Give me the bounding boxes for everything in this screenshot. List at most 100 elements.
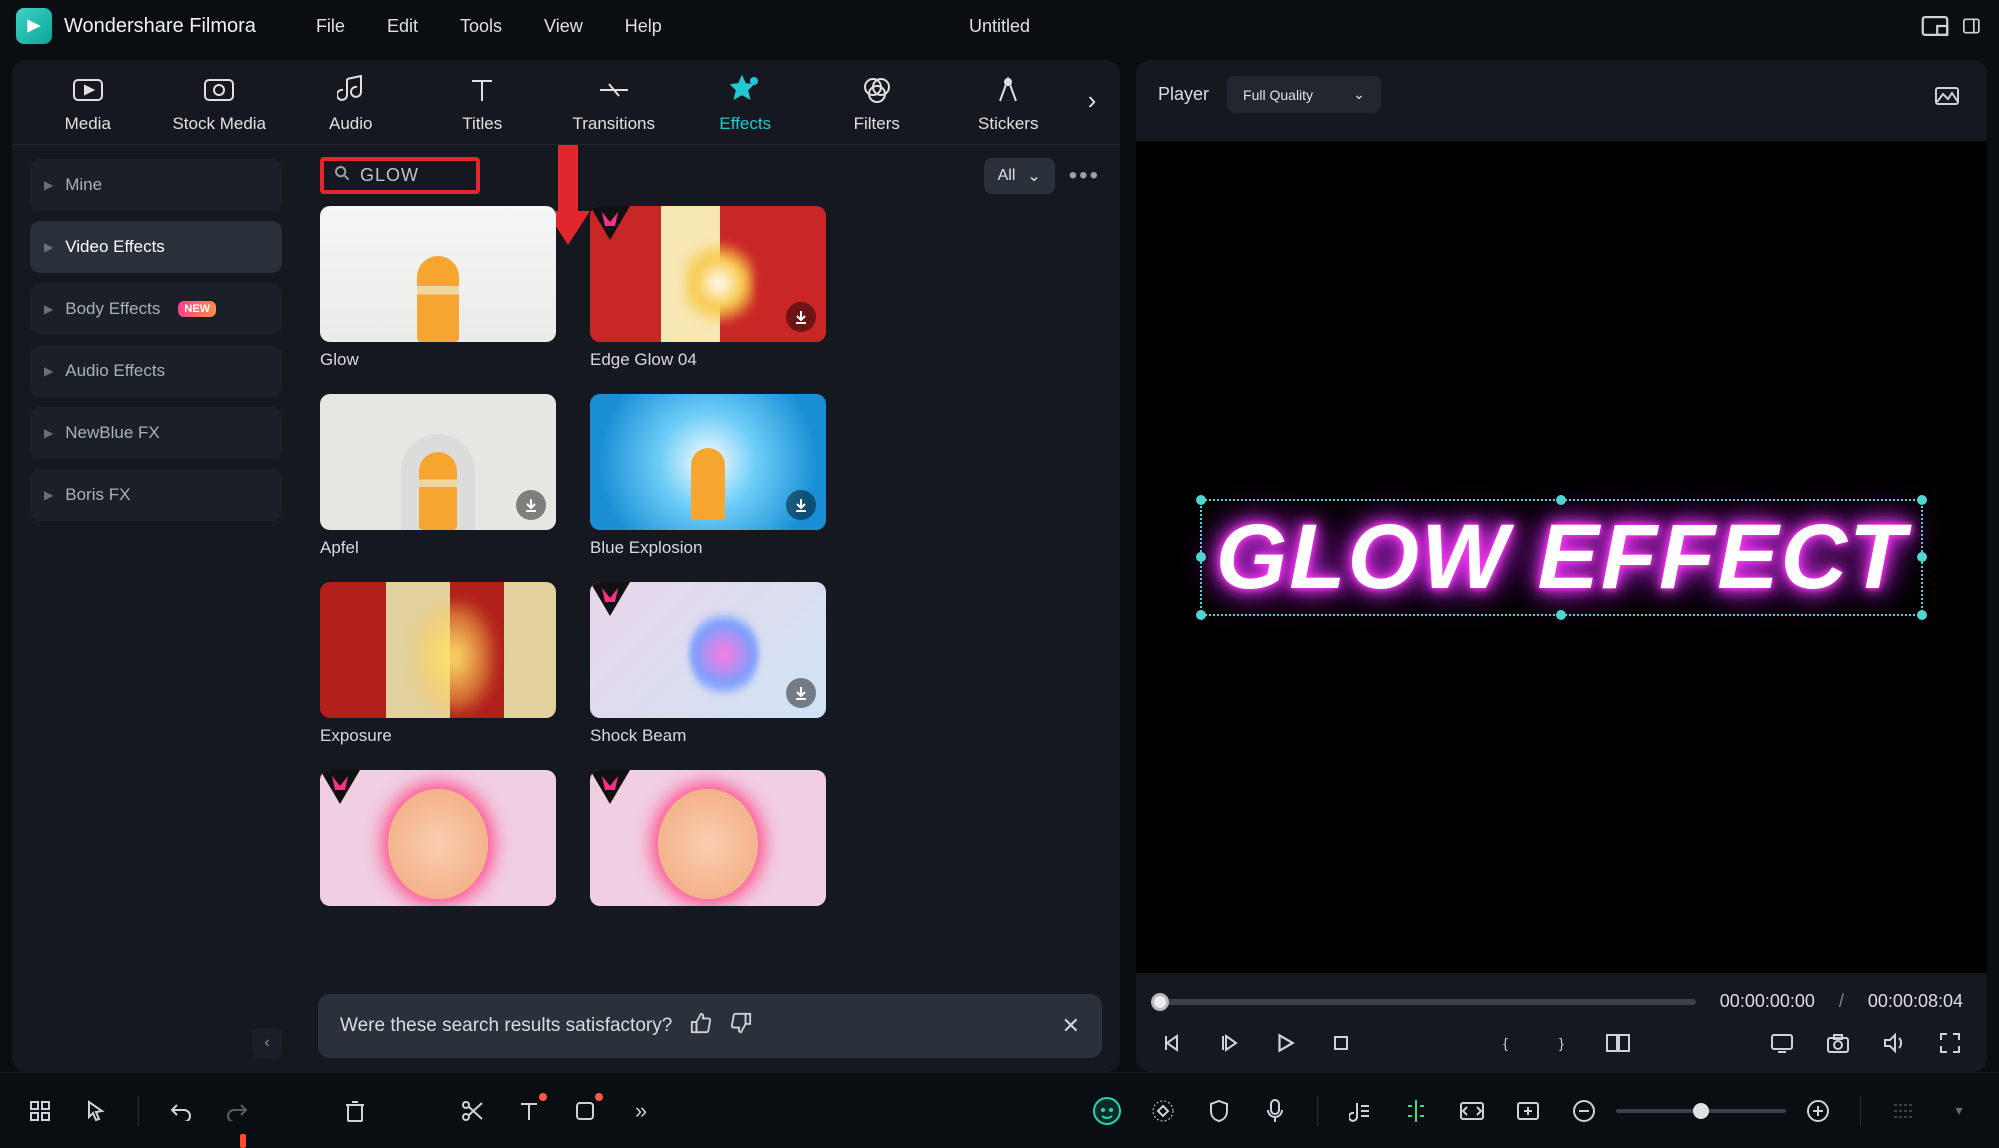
quality-dropdown[interactable]: Full Quality ⌄	[1227, 76, 1381, 113]
mic-button[interactable]	[1261, 1097, 1289, 1125]
sidebar-item-newblue-fx[interactable]: ▶ NewBlue FX	[30, 407, 282, 459]
sidebar-item-boris-fx[interactable]: ▶ Boris FX	[30, 469, 282, 521]
menu-edit[interactable]: Edit	[387, 16, 418, 37]
tab-titles[interactable]: Titles	[417, 74, 549, 134]
resize-handle[interactable]	[1917, 610, 1927, 620]
fullscreen-button[interactable]	[1937, 1030, 1963, 1056]
mark-out-button[interactable]: }	[1549, 1030, 1575, 1056]
menu-view[interactable]: View	[544, 16, 583, 37]
effects-scroll[interactable]: GlowEdge Glow 04ApfelBlue ExplosionExpos…	[300, 206, 1120, 1072]
sidebar-item-mine[interactable]: ▶ Mine	[30, 159, 282, 211]
download-button[interactable]	[786, 490, 816, 520]
sidebar-item-video-effects[interactable]: ▶ Video Effects	[30, 221, 282, 273]
mark-in-button[interactable]: {	[1493, 1030, 1519, 1056]
menu-file[interactable]: File	[316, 16, 345, 37]
effect-thumbnail[interactable]	[320, 206, 556, 342]
scrubber-thumb[interactable]	[1151, 993, 1169, 1011]
zoom-in-button[interactable]	[1804, 1097, 1832, 1125]
time-current: 00:00:00:00	[1720, 991, 1815, 1012]
effect-card[interactable]: Blue Explosion	[590, 394, 826, 558]
zoom-slider[interactable]	[1616, 1109, 1786, 1113]
sidebar-item-audio-effects[interactable]: ▶ Audio Effects	[30, 345, 282, 397]
panel-sidebar-icon[interactable]	[1963, 16, 1983, 36]
tab-media[interactable]: Media	[22, 74, 154, 134]
selection-box[interactable]: GLOW EFFECT	[1200, 499, 1923, 616]
effect-card[interactable]	[320, 770, 556, 906]
sidebar-item-body-effects[interactable]: ▶ Body Effects NEW	[30, 283, 282, 335]
resize-handle[interactable]	[1196, 552, 1206, 562]
download-button[interactable]	[786, 302, 816, 332]
pointer-tool-icon[interactable]	[82, 1097, 110, 1125]
effect-card[interactable]: Edge Glow 04	[590, 206, 826, 370]
menu-help[interactable]: Help	[625, 16, 662, 37]
effect-card[interactable]: Glow	[320, 206, 556, 370]
tab-stock-media[interactable]: Stock Media	[154, 74, 286, 134]
tab-transitions[interactable]: Transitions	[548, 74, 680, 134]
effect-thumbnail[interactable]	[590, 582, 826, 718]
stop-button[interactable]	[1328, 1030, 1354, 1056]
more-options-button[interactable]: •••	[1069, 164, 1100, 188]
effect-card[interactable]: Apfel	[320, 394, 556, 558]
scrubber[interactable]	[1160, 999, 1696, 1005]
effect-thumbnail[interactable]	[590, 206, 826, 342]
play-button[interactable]	[1272, 1030, 1298, 1056]
ai-assistant-button[interactable]	[1093, 1097, 1121, 1125]
effect-card[interactable]: Shock Beam	[590, 582, 826, 746]
preview-viewport[interactable]: GLOW EFFECT	[1136, 141, 1987, 973]
tab-stickers[interactable]: Stickers	[943, 74, 1075, 134]
timeline-options-dropdown[interactable]: ▾	[1945, 1097, 1973, 1125]
snapshot-button[interactable]	[1929, 80, 1965, 110]
text-tool-button[interactable]	[515, 1097, 543, 1125]
resize-handle[interactable]	[1556, 610, 1566, 620]
resize-handle[interactable]	[1917, 495, 1927, 505]
resize-handle[interactable]	[1196, 610, 1206, 620]
tabs-overflow-button[interactable]: ›	[1074, 85, 1110, 134]
search-input[interactable]	[360, 165, 462, 186]
widgets-icon[interactable]	[26, 1097, 54, 1125]
effect-card[interactable]	[590, 770, 826, 906]
effect-thumbnail[interactable]	[590, 770, 826, 906]
download-button[interactable]	[516, 490, 546, 520]
camera-button[interactable]	[1825, 1030, 1851, 1056]
fit-button[interactable]	[1458, 1097, 1486, 1125]
split-button[interactable]	[459, 1097, 487, 1125]
effect-card[interactable]: Exposure	[320, 582, 556, 746]
crop-button[interactable]	[571, 1097, 599, 1125]
tab-audio[interactable]: Audio	[285, 74, 417, 134]
thumbs-down-button[interactable]	[730, 1012, 752, 1040]
keyframes-button[interactable]	[1149, 1097, 1177, 1125]
effect-thumbnail[interactable]	[320, 770, 556, 906]
download-button[interactable]	[786, 678, 816, 708]
audio-track-button[interactable]	[1346, 1097, 1374, 1125]
undo-button[interactable]	[167, 1097, 195, 1125]
delete-button[interactable]	[341, 1097, 369, 1125]
export-frame-button[interactable]	[1514, 1097, 1542, 1125]
menu-tools[interactable]: Tools	[460, 16, 502, 37]
zoom-thumb[interactable]	[1693, 1103, 1709, 1119]
zoom-out-button[interactable]	[1570, 1097, 1598, 1125]
resize-handle[interactable]	[1917, 552, 1927, 562]
toolbar-overflow-button[interactable]: »	[627, 1097, 655, 1125]
search-box[interactable]	[320, 157, 480, 194]
redo-button[interactable]	[223, 1097, 251, 1125]
thumbs-up-button[interactable]	[690, 1012, 712, 1040]
display-settings-button[interactable]	[1769, 1030, 1795, 1056]
shield-button[interactable]	[1205, 1097, 1233, 1125]
prev-frame-button[interactable]	[1160, 1030, 1186, 1056]
tab-effects[interactable]: Effects	[680, 74, 812, 134]
volume-button[interactable]	[1881, 1030, 1907, 1056]
effect-thumbnail[interactable]	[320, 582, 556, 718]
marker-button[interactable]	[1402, 1097, 1430, 1125]
collapse-sidebar-button[interactable]: ‹	[252, 1028, 282, 1058]
close-feedback-button[interactable]: ✕	[1062, 1013, 1080, 1039]
filter-dropdown[interactable]: All ⌄	[984, 158, 1055, 194]
step-back-button[interactable]	[1216, 1030, 1242, 1056]
effect-thumbnail[interactable]	[320, 394, 556, 530]
layout-toggle-icon[interactable]	[1921, 16, 1949, 36]
compare-view-button[interactable]	[1605, 1030, 1631, 1056]
effect-thumbnail[interactable]	[590, 394, 826, 530]
rotate-handle[interactable]	[1556, 495, 1566, 505]
tab-filters[interactable]: Filters	[811, 74, 943, 134]
timeline-layout-button[interactable]	[1889, 1097, 1917, 1125]
resize-handle[interactable]	[1196, 495, 1206, 505]
